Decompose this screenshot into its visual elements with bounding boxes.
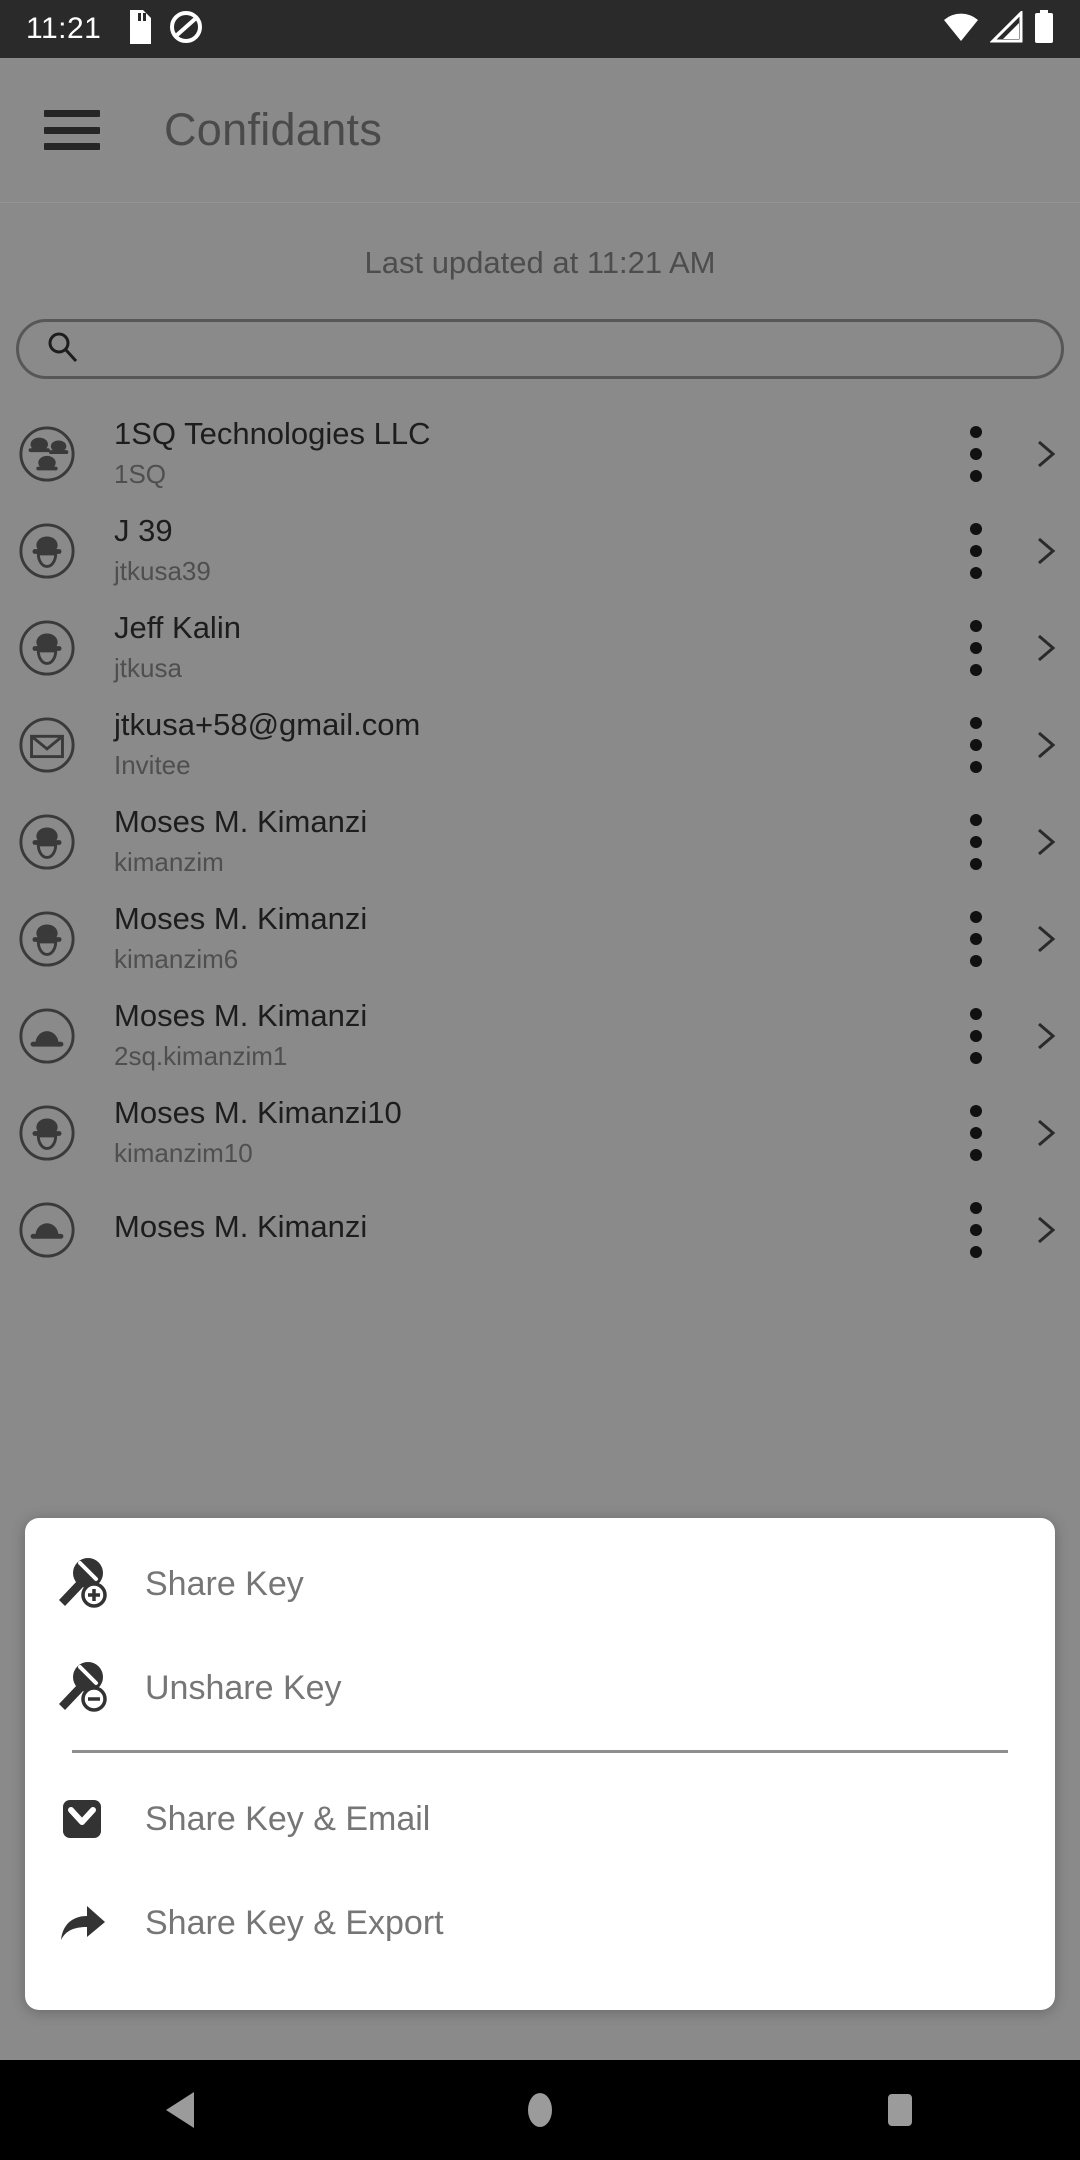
- hat-avatar-icon: [18, 1007, 76, 1065]
- table-row[interactable]: Moses M. Kimanzi kimanzim6: [0, 890, 1080, 987]
- home-circle-icon[interactable]: [480, 2060, 600, 2160]
- share-arrow-icon: [49, 1890, 115, 1956]
- row-title: 1SQ Technologies LLC: [114, 416, 431, 452]
- row-subtitle: Invitee: [114, 750, 191, 780]
- row-subtitle: jtkusa39: [114, 556, 211, 586]
- kebab-menu-icon[interactable]: [960, 711, 992, 779]
- chevron-right-icon[interactable]: [1028, 922, 1062, 956]
- row-subtitle: jtkusa: [114, 653, 182, 683]
- kebab-menu-icon[interactable]: [960, 905, 992, 973]
- status-time: 11:21: [26, 12, 102, 45]
- dialog-divider: [72, 1750, 1008, 1753]
- cellular-signal-icon: [989, 8, 1024, 48]
- kebab-menu-icon[interactable]: [960, 420, 992, 488]
- key-minus-icon: [49, 1655, 115, 1721]
- dialog-item-unshare-key[interactable]: Unshare Key: [25, 1636, 1055, 1740]
- kebab-menu-icon[interactable]: [960, 614, 992, 682]
- row-subtitle: kimanzim10: [114, 1138, 253, 1168]
- chevron-right-icon[interactable]: [1028, 534, 1062, 568]
- row-title: Moses M. Kimanzi: [114, 804, 368, 840]
- chevron-right-icon[interactable]: [1028, 1116, 1062, 1150]
- person-avatar-icon: [18, 813, 76, 871]
- search-bar-container: [0, 281, 1080, 379]
- row-subtitle: kimanzim6: [114, 944, 239, 974]
- kebab-menu-icon[interactable]: [960, 1196, 992, 1264]
- kebab-menu-icon[interactable]: [960, 517, 992, 585]
- envelope-avatar-icon: [18, 716, 76, 774]
- row-subtitle: kimanzim: [114, 847, 224, 877]
- table-row[interactable]: Jeff Kalin jtkusa: [0, 599, 1080, 696]
- search-box[interactable]: [16, 319, 1064, 379]
- app-bar: Confidants: [0, 58, 1080, 203]
- dialog-item-share-key-email[interactable]: Share Key & Email: [25, 1767, 1055, 1871]
- last-updated-label: Last updated at 11:21 AM: [364, 245, 716, 280]
- row-subtitle: 1SQ: [114, 459, 167, 489]
- search-icon: [45, 330, 79, 369]
- row-title: Moses M. Kimanzi: [114, 901, 368, 937]
- table-row[interactable]: Moses M. Kimanzi: [0, 1181, 1080, 1278]
- row-title: Moses M. Kimanzi: [114, 998, 368, 1034]
- person-avatar-icon: [18, 1104, 76, 1162]
- row-subtitle: 2sq.kimanzim1: [114, 1041, 288, 1071]
- chevron-right-icon[interactable]: [1028, 825, 1062, 859]
- sd-card-icon: [125, 9, 152, 49]
- status-left-icons: [125, 9, 203, 49]
- recents-square-icon[interactable]: [840, 2060, 960, 2160]
- table-row[interactable]: Moses M. Kimanzi 2sq.kimanzim1: [0, 987, 1080, 1084]
- person-avatar-icon: [18, 619, 76, 677]
- status-bar: 11:21: [0, 0, 1080, 58]
- table-row[interactable]: jtkusa+58@gmail.com Invitee: [0, 696, 1080, 793]
- dialog-item-label: Share Key & Export: [145, 1903, 444, 1942]
- status-right-icons: [942, 8, 1054, 49]
- hamburger-menu-icon[interactable]: [44, 110, 100, 150]
- page-title: Confidants: [164, 104, 383, 155]
- battery-icon: [1034, 9, 1054, 49]
- phone-screen: 11:21 Confidants Last updated at 11:21 A…: [0, 0, 1080, 2160]
- android-navigation-bar: [0, 2060, 1080, 2160]
- chevron-right-icon[interactable]: [1028, 631, 1062, 665]
- row-title: Jeff Kalin: [114, 610, 241, 646]
- row-title: jtkusa+58@gmail.com: [114, 707, 421, 743]
- chevron-right-icon[interactable]: [1028, 728, 1062, 762]
- group-avatar-icon: [18, 425, 76, 483]
- dialog-item-share-key-export[interactable]: Share Key & Export: [25, 1871, 1055, 1975]
- kebab-menu-icon[interactable]: [960, 1002, 992, 1070]
- person-avatar-icon: [18, 910, 76, 968]
- table-row[interactable]: Moses M. Kimanzi kimanzim: [0, 793, 1080, 890]
- kebab-menu-icon[interactable]: [960, 808, 992, 876]
- dialog-item-share-key[interactable]: Share Key: [25, 1532, 1055, 1636]
- table-row[interactable]: 1SQ Technologies LLC 1SQ: [0, 405, 1080, 502]
- wifi-icon: [942, 11, 980, 48]
- dialog-item-label: Share Key: [145, 1564, 304, 1603]
- dialog-item-label: Share Key & Email: [145, 1799, 431, 1838]
- back-triangle-icon[interactable]: [120, 2060, 240, 2160]
- envelope-icon: [49, 1786, 115, 1852]
- share-key-dialog: Share Key Unshare Key Share Key & Email …: [25, 1518, 1055, 2010]
- row-title: Moses M. Kimanzi10: [114, 1095, 402, 1131]
- chevron-right-icon[interactable]: [1028, 1019, 1062, 1053]
- chevron-right-icon[interactable]: [1028, 437, 1062, 471]
- hat-avatar-icon: [18, 1201, 76, 1259]
- search-input[interactable]: [97, 332, 1061, 366]
- confidants-list: 1SQ Technologies LLC 1SQ J 39 jtkusa39 J…: [0, 405, 1080, 1278]
- row-title: J 39: [114, 513, 173, 549]
- chevron-right-icon[interactable]: [1028, 1213, 1062, 1247]
- table-row[interactable]: Moses M. Kimanzi10 kimanzim10: [0, 1084, 1080, 1181]
- table-row[interactable]: J 39 jtkusa39: [0, 502, 1080, 599]
- person-avatar-icon: [18, 522, 76, 580]
- row-title: Moses M. Kimanzi: [114, 1209, 368, 1245]
- dialog-item-label: Unshare Key: [145, 1668, 342, 1707]
- do-not-disturb-icon: [169, 10, 203, 49]
- key-plus-icon: [49, 1551, 115, 1617]
- kebab-menu-icon[interactable]: [960, 1099, 992, 1167]
